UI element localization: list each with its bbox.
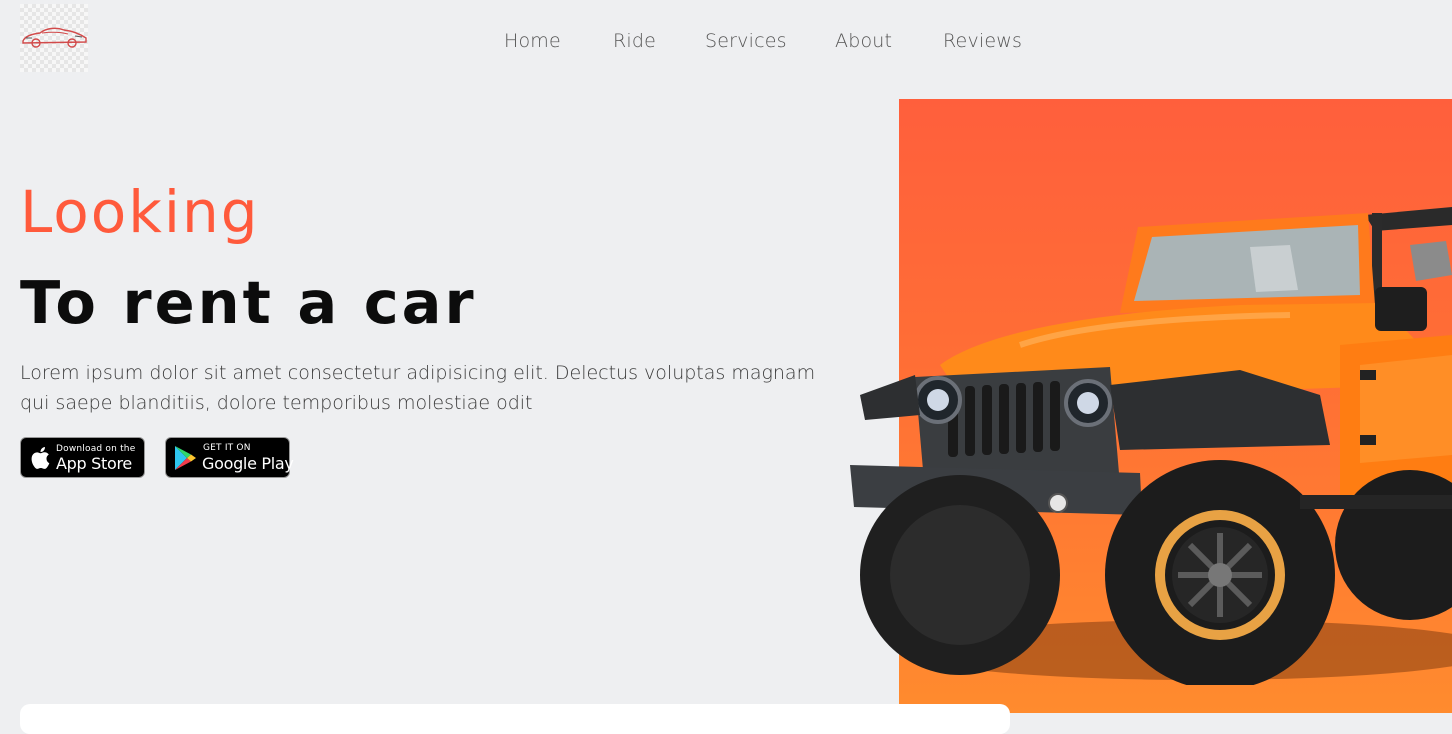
nav-link-services[interactable]: Services — [705, 30, 787, 52]
app-store-caption: Download on the — [56, 444, 136, 454]
nav-link-home[interactable]: Home — [504, 30, 561, 52]
hero-description: Lorem ipsum dolor sit amet consectetur a… — [20, 362, 816, 414]
google-play-caption: GET IT ON — [203, 443, 251, 453]
booking-card — [20, 704, 1010, 734]
nav-link-ride[interactable]: Ride — [613, 30, 656, 52]
app-store-button[interactable]: Download on the App Store — [20, 437, 145, 478]
car-logo-icon — [22, 27, 87, 48]
apple-icon — [31, 447, 50, 469]
google-play-icon — [175, 446, 196, 470]
nav-link-reviews[interactable]: Reviews — [943, 30, 1022, 52]
orange-jeep-image — [850, 207, 1452, 685]
nav-link-about[interactable]: About — [835, 30, 892, 52]
google-play-button[interactable]: GET IT ON Google Play — [165, 437, 294, 478]
google-play-label: Google Play — [202, 454, 294, 473]
app-store-label: App Store — [56, 454, 132, 473]
hero-title: To rent a car — [20, 268, 477, 337]
site-logo[interactable] — [20, 4, 88, 72]
hero-title-accent: Looking — [20, 178, 260, 246]
